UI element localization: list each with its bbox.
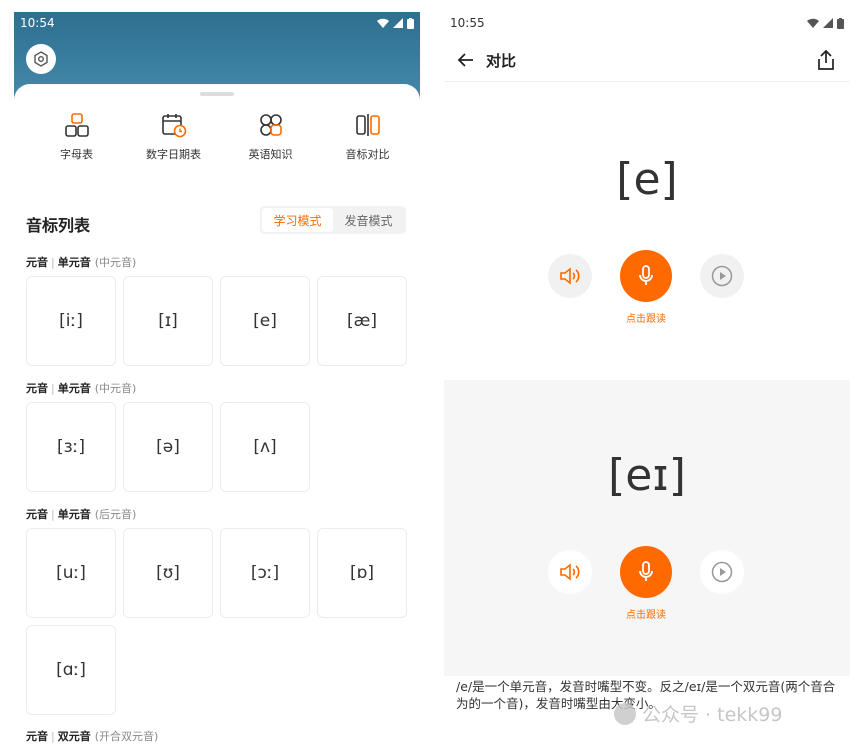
comparison-description: /e/是一个单元音，发音时嘴型不变。反之/eɪ/是一个双元音(两个音合为的一个音… bbox=[456, 679, 836, 711]
play-audio-button[interactable] bbox=[548, 254, 592, 298]
section-note: (中元音) bbox=[94, 256, 137, 269]
status-icons bbox=[377, 17, 414, 29]
phonetic-card[interactable]: [ʌ] bbox=[220, 402, 310, 492]
play-audio-button[interactable] bbox=[548, 550, 592, 594]
wifi-icon bbox=[377, 18, 389, 28]
quick-nav-english-knowledge[interactable]: 英语知识 bbox=[222, 112, 319, 162]
screenshot-canvas: 10:54 字母表 数字日期表 英语知识 音标对比 音标列表 学习模式 发音模式… bbox=[0, 0, 864, 748]
phonetic-card[interactable]: [e] bbox=[220, 276, 310, 366]
section-divider: | bbox=[51, 730, 55, 743]
quick-nav-label: 字母表 bbox=[60, 148, 93, 161]
section-type: 单元音 bbox=[57, 382, 91, 395]
pronunciation-mode-tab[interactable]: 发音模式 bbox=[333, 208, 404, 232]
battery-icon bbox=[407, 17, 414, 29]
record-button[interactable] bbox=[620, 546, 672, 598]
signal-icon bbox=[393, 18, 403, 28]
status-bar: 10:54 bbox=[14, 12, 420, 34]
phonetic-panel-primary: [e] 点击跟读 bbox=[444, 84, 850, 380]
section-type: 双元音 bbox=[57, 730, 91, 743]
compare-screen: 10:55 对比 [e] 点击跟读 [eɪ] 点击跟读 bbox=[444, 12, 850, 748]
phonetic-card[interactable]: [uː] bbox=[26, 528, 116, 618]
speaker-icon bbox=[560, 563, 580, 581]
mode-toggle: 学习模式 发音模式 bbox=[260, 206, 406, 234]
section-header: 元音 | 双元音 (开合双元音) bbox=[26, 728, 158, 744]
record-label: 点击跟读 bbox=[626, 610, 666, 621]
section-divider: | bbox=[51, 382, 55, 395]
status-time: 10:54 bbox=[20, 16, 55, 30]
phonetic-card[interactable]: [ə] bbox=[123, 402, 213, 492]
phonetics-list-screen: 10:54 字母表 数字日期表 英语知识 音标对比 音标列表 学习模式 发音模式… bbox=[14, 12, 420, 748]
speaker-icon bbox=[560, 267, 580, 285]
quick-nav-date-table[interactable]: 数字日期表 bbox=[125, 112, 222, 162]
top-app-bar: 对比 bbox=[444, 38, 850, 82]
section-category: 元音 bbox=[26, 508, 48, 521]
phonetic-card[interactable]: [ɑː] bbox=[26, 625, 116, 715]
share-icon[interactable] bbox=[816, 49, 836, 71]
section-type: 单元音 bbox=[57, 256, 91, 269]
microphone-icon bbox=[639, 561, 653, 581]
section-category: 元音 bbox=[26, 256, 48, 269]
phonetic-card[interactable]: [iː] bbox=[26, 276, 116, 366]
record-button[interactable] bbox=[620, 250, 672, 302]
page-title: 对比 bbox=[486, 52, 517, 70]
alphabet-icon bbox=[64, 113, 89, 137]
quick-nav-label: 数字日期表 bbox=[146, 148, 201, 161]
battery-icon bbox=[837, 17, 844, 29]
playback-button[interactable] bbox=[700, 254, 744, 298]
section-category: 元音 bbox=[26, 730, 48, 743]
phonetic-card[interactable]: [ɔː] bbox=[220, 528, 310, 618]
quick-nav-phonetic-compare[interactable]: 音标对比 bbox=[319, 112, 416, 162]
phonetic-card[interactable]: [ɒ] bbox=[317, 528, 407, 618]
sheet-drag-handle[interactable] bbox=[200, 92, 234, 96]
phonetic-list-title: 音标列表 bbox=[26, 216, 91, 235]
phonetic-symbol: [eɪ] bbox=[608, 450, 686, 501]
section-note: (开合双元音) bbox=[94, 730, 159, 743]
settings-icon bbox=[34, 51, 48, 67]
record-label: 点击跟读 bbox=[626, 314, 666, 325]
section-divider: | bbox=[51, 508, 55, 521]
quick-nav-label: 音标对比 bbox=[345, 148, 390, 161]
status-icons bbox=[807, 17, 844, 29]
wifi-icon bbox=[807, 18, 819, 28]
settings-button[interactable] bbox=[26, 44, 56, 74]
status-bar: 10:55 bbox=[444, 12, 850, 34]
study-mode-tab[interactable]: 学习模式 bbox=[262, 208, 333, 232]
calendar-icon bbox=[161, 114, 186, 138]
bottom-sheet: 字母表 数字日期表 英语知识 音标对比 音标列表 学习模式 发音模式 元音 | … bbox=[14, 84, 420, 748]
section-category: 元音 bbox=[26, 382, 48, 395]
phonetic-card[interactable]: [ɪ] bbox=[123, 276, 213, 366]
phonetic-card[interactable]: [æ] bbox=[317, 276, 407, 366]
section-header: 元音 | 单元音 (后元音) bbox=[26, 506, 136, 522]
compare-icon bbox=[355, 114, 380, 136]
section-note: (后元音) bbox=[94, 508, 137, 521]
phonetic-card[interactable]: [ʊ] bbox=[123, 528, 213, 618]
knowledge-icon bbox=[259, 114, 282, 136]
play-circle-icon bbox=[711, 265, 733, 287]
quick-nav-label: 英语知识 bbox=[248, 148, 293, 161]
status-time: 10:55 bbox=[450, 16, 485, 30]
signal-icon bbox=[823, 18, 833, 28]
section-header: 元音 | 单元音 (中元音) bbox=[26, 254, 136, 270]
quick-nav-alphabet[interactable]: 字母表 bbox=[28, 112, 125, 162]
play-circle-icon bbox=[711, 561, 733, 583]
section-note: (中元音) bbox=[94, 382, 137, 395]
phonetic-panel-secondary: [eɪ] 点击跟读 bbox=[444, 380, 850, 676]
quick-nav: 字母表 数字日期表 英语知识 音标对比 bbox=[14, 112, 420, 162]
section-header: 元音 | 单元音 (中元音) bbox=[26, 380, 136, 396]
playback-button[interactable] bbox=[700, 550, 744, 594]
section-divider: | bbox=[51, 256, 55, 269]
phonetic-card[interactable]: [ɜː] bbox=[26, 402, 116, 492]
section-type: 单元音 bbox=[57, 508, 91, 521]
microphone-icon bbox=[639, 265, 653, 285]
back-arrow-icon[interactable] bbox=[456, 50, 476, 70]
phonetic-symbol: [e] bbox=[616, 154, 678, 205]
